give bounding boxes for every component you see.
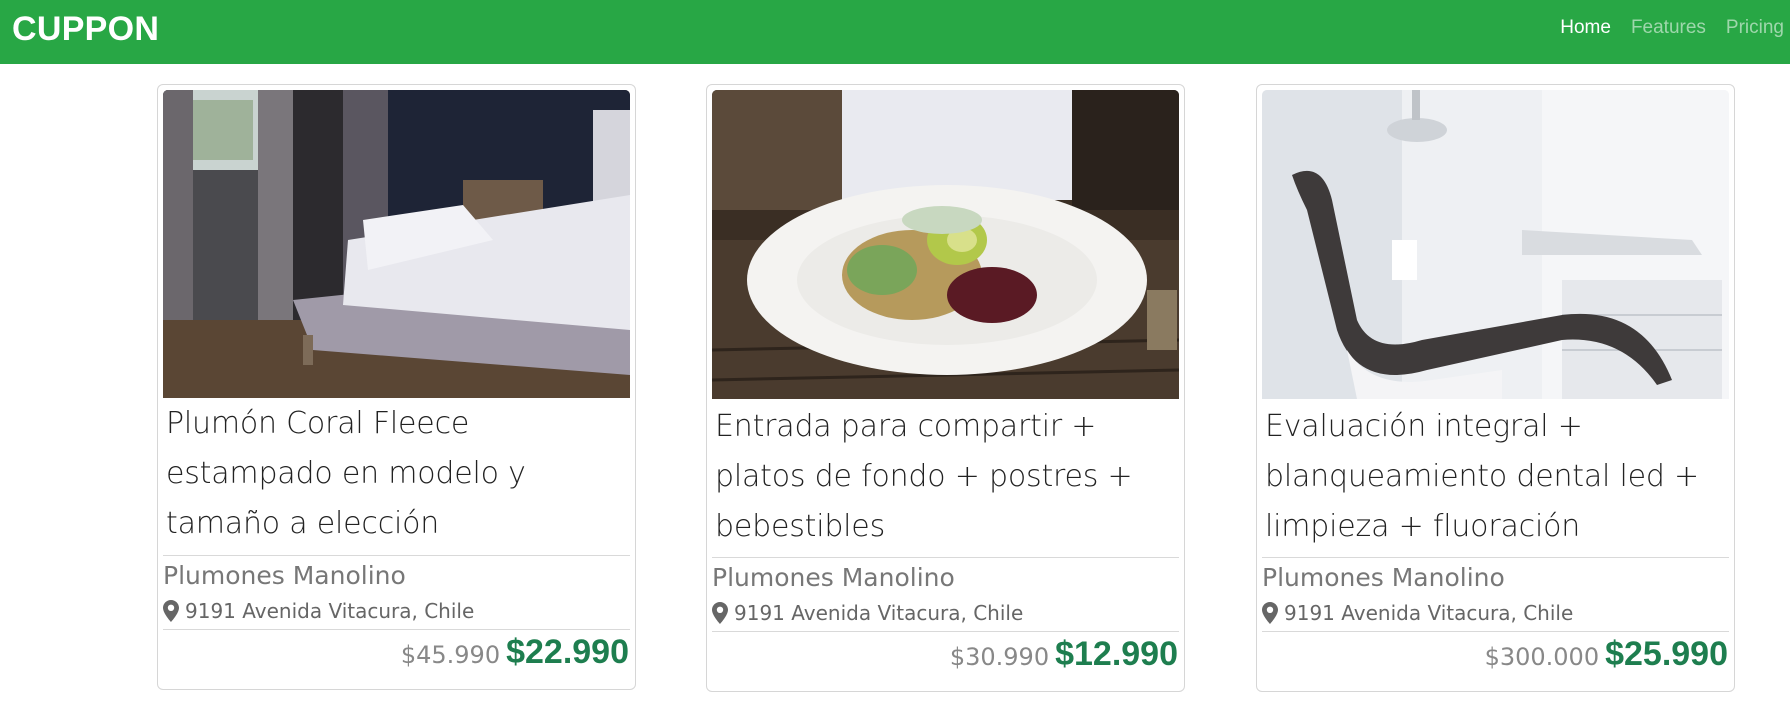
deal-price: $22.990 (506, 633, 629, 671)
deal-card[interactable]: Evaluación integral + blanqueamiento den… (1256, 84, 1735, 692)
dental-chair-photo (1262, 90, 1729, 399)
address: 9191 Avenida Vitacura, Chile (163, 597, 474, 625)
deal-image-dental[interactable] (1262, 90, 1729, 399)
deal-card[interactable]: Plumón Coral Fleece estampado en modelo … (157, 84, 636, 690)
original-price: $30.990 (949, 643, 1050, 671)
deal-card[interactable]: Entrada para compartir + platos de fondo… (706, 84, 1185, 692)
price-block: $45.990 $22.990 (401, 633, 629, 677)
address-text: 9191 Avenida Vitacura, Chile (734, 601, 1024, 625)
merchant-name: Plumones Manolino (163, 561, 406, 590)
divider (1262, 631, 1729, 632)
divider (163, 555, 630, 556)
original-price: $45.990 (400, 641, 501, 669)
deal-price: $12.990 (1055, 635, 1178, 673)
price-block: $300.000 $25.990 (1485, 635, 1728, 679)
divider (712, 557, 1179, 558)
deal-cards: Plumón Coral Fleece estampado en modelo … (0, 0, 1790, 717)
deal-price: $25.990 (1605, 635, 1728, 673)
merchant-name: Plumones Manolino (1262, 563, 1505, 592)
merchant-name: Plumones Manolino (712, 563, 955, 592)
deal-image-bedroom[interactable] (163, 90, 630, 398)
divider (712, 631, 1179, 632)
address: 9191 Avenida Vitacura, Chile (712, 599, 1023, 627)
map-marker-icon (163, 600, 179, 622)
divider (163, 629, 630, 630)
original-price: $300.000 (1484, 643, 1600, 671)
map-marker-icon (1262, 602, 1278, 624)
address-text: 9191 Avenida Vitacura, Chile (1284, 601, 1574, 625)
map-marker-icon (712, 602, 728, 624)
deal-image-salad[interactable] (712, 90, 1179, 399)
divider (1262, 557, 1729, 558)
price-block: $30.990 $12.990 (950, 635, 1178, 679)
address-text: 9191 Avenida Vitacura, Chile (185, 599, 475, 623)
deal-title[interactable]: Evaluación integral + blanqueamiento den… (1265, 402, 1727, 552)
salad-plate-photo (712, 90, 1179, 399)
address: 9191 Avenida Vitacura, Chile (1262, 599, 1573, 627)
deal-title[interactable]: Entrada para compartir + platos de fondo… (715, 402, 1177, 552)
bedroom-bed-photo (163, 90, 630, 398)
deal-title[interactable]: Plumón Coral Fleece estampado en modelo … (166, 399, 628, 549)
